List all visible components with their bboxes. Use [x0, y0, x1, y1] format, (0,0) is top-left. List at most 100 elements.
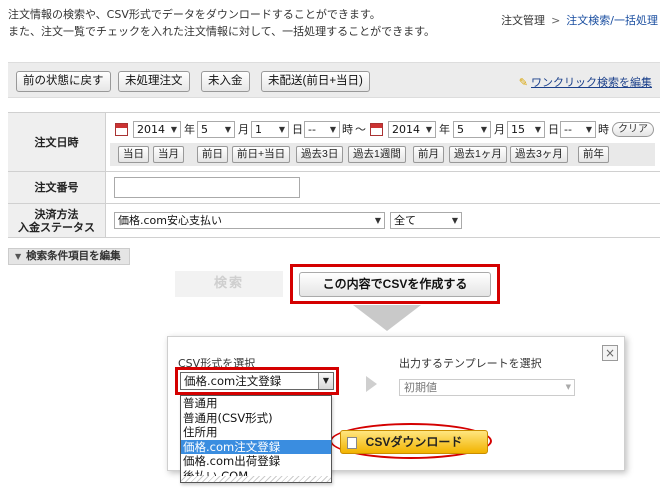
description-line-1: 注文情報の検索や、CSV形式でデータをダウンロードすることができます。	[8, 8, 381, 21]
order-date-content: 2014 ▼ 年 5 ▼ 月 1 ▼ 日 -- ▼ 時 ～ 2014 ▼ 年 5 ▼ 月 1…	[106, 113, 660, 171]
dropdown-option[interactable]: 価格.com出荷登録	[181, 454, 331, 469]
edit-search-conditions-label: 検索条件項目を編集	[26, 250, 121, 262]
to-hour-value: --	[564, 123, 572, 136]
chevron-down-icon: ▼	[278, 125, 285, 134]
from-day-select[interactable]: 1 ▼	[251, 121, 289, 138]
create-csv-button[interactable]: この内容でCSVを作成する	[299, 272, 491, 297]
chevron-down-icon: ▼	[534, 125, 541, 134]
to-day-value: 15	[511, 123, 525, 136]
flow-arrow-down-icon	[353, 305, 421, 331]
from-hour-select[interactable]: -- ▼	[304, 121, 340, 138]
from-day-value: 1	[255, 123, 262, 136]
triangle-down-icon: ▼	[15, 252, 22, 261]
chevron-down-icon: ▼	[224, 125, 231, 134]
arrow-right-icon	[366, 376, 377, 392]
chevron-down-icon: ▼	[374, 216, 381, 225]
quick-this-month-button[interactable]: 当月	[153, 146, 184, 163]
quick-past-3-days-button[interactable]: 過去3日	[296, 146, 344, 163]
unpaid-button[interactable]: 未入金	[201, 71, 250, 92]
csv-download-button[interactable]: CSVダウンロード	[340, 430, 488, 454]
range-separator: ～	[355, 123, 366, 136]
quick-past-3-months-button[interactable]: 過去3ヶ月	[510, 146, 568, 163]
document-icon	[347, 437, 357, 449]
chevron-down-icon: ▼	[329, 125, 336, 134]
payment-status-select[interactable]: 全て ▼	[390, 212, 462, 229]
csv-format-highlight: 価格.com注文登録 ▼	[175, 367, 339, 395]
to-year-value: 2014	[392, 123, 420, 136]
template-value: 初期値	[404, 381, 437, 394]
dropdown-option-highlighted[interactable]: 価格.com注文登録	[181, 439, 331, 454]
quick-yesterday-button[interactable]: 前日	[197, 146, 228, 163]
unprocessed-orders-button[interactable]: 未処理注文	[118, 71, 190, 92]
to-day-select[interactable]: 15 ▼	[507, 121, 545, 138]
chevron-down-icon[interactable]: ▼	[318, 373, 333, 389]
payment-status-label: 入金ステータス	[18, 220, 95, 234]
clear-date-button[interactable]: クリア	[612, 122, 654, 137]
oneclick-search-edit-label: ワンクリック検索を編集	[531, 76, 652, 89]
dropdown-option[interactable]: 普通用	[181, 396, 331, 411]
year-unit: 年	[439, 123, 450, 136]
chevron-down-icon: ▼	[425, 125, 432, 134]
close-icon[interactable]: ×	[602, 345, 618, 361]
payment-method-label: 決済方法	[34, 207, 79, 221]
dropdown-option[interactable]: 普通用(CSV形式)	[181, 411, 331, 426]
breadcrumb-current: 注文検索/一括処理	[566, 14, 658, 27]
csv-format-select[interactable]: 価格.com注文登録 ▼	[180, 372, 334, 390]
quick-today-button[interactable]: 当日	[118, 146, 149, 163]
oneclick-search-edit-link[interactable]: ✎ ワンクリック検索を編集	[519, 74, 652, 90]
quick-filter-toolbar: 前の状態に戻す 未処理注文 未入金 未配送(前日+当日) ✎ ワンクリック検索を編…	[8, 62, 660, 98]
dropdown-option[interactable]: 住所用	[181, 425, 331, 440]
from-year-select[interactable]: 2014 ▼	[133, 121, 181, 138]
quick-last-year-button[interactable]: 前年	[578, 146, 609, 163]
from-year-value: 2014	[137, 123, 165, 136]
csv-format-value: 価格.com注文登録	[184, 374, 282, 388]
search-button[interactable]: 検索	[175, 271, 283, 297]
quick-yesterday-today-button[interactable]: 前日+当日	[232, 146, 291, 163]
from-month-value: 5	[201, 123, 208, 136]
order-number-input[interactable]	[114, 177, 300, 198]
calendar-to-icon[interactable]	[370, 123, 383, 136]
day-unit: 日	[548, 123, 559, 136]
quick-past-1-month-button[interactable]: 過去1ヶ月	[449, 146, 507, 163]
breadcrumb-separator: >	[551, 14, 561, 27]
breadcrumb-parent[interactable]: 注文管理	[501, 14, 545, 27]
torn-edge-decoration	[181, 476, 331, 482]
order-date-label: 注文日時	[8, 113, 106, 171]
month-unit: 月	[494, 123, 505, 136]
order-date-row: 注文日時 2014 ▼ 年 5 ▼ 月 1 ▼ 日 -- ▼ 時 ～ 2014 ▼ 年 5…	[8, 113, 660, 172]
payment-row: 決済方法 入金ステータス 価格.com安心支払い ▼ 全て ▼	[8, 204, 660, 238]
quick-last-month-button[interactable]: 前月	[413, 146, 444, 163]
chevron-down-icon: ▼	[480, 125, 487, 134]
payment-status-value: 全て	[394, 214, 416, 227]
create-csv-highlight: この内容でCSVを作成する	[290, 264, 500, 304]
payment-label: 決済方法 入金ステータス	[8, 204, 106, 237]
payment-content: 価格.com安心支払い ▼ 全て ▼	[106, 204, 660, 237]
to-year-select[interactable]: 2014 ▼	[388, 121, 436, 138]
payment-method-value: 価格.com安心支払い	[118, 214, 222, 227]
csv-download-label: CSVダウンロード	[365, 435, 463, 449]
hour-unit: 時	[598, 123, 609, 136]
day-unit: 日	[292, 123, 303, 136]
edit-search-conditions-button[interactable]: ▼ 検索条件項目を編集	[8, 248, 130, 265]
search-form: 注文日時 2014 ▼ 年 5 ▼ 月 1 ▼ 日 -- ▼ 時 ～ 2014 ▼ 年 5…	[8, 112, 660, 238]
hour-unit: 時	[342, 123, 353, 136]
to-month-value: 5	[457, 123, 464, 136]
pencil-icon: ✎	[518, 76, 528, 89]
month-unit: 月	[238, 123, 249, 136]
to-hour-select[interactable]: -- ▼	[560, 121, 596, 138]
from-month-select[interactable]: 5 ▼	[197, 121, 235, 138]
revert-state-button[interactable]: 前の状態に戻す	[16, 71, 111, 92]
calendar-from-icon[interactable]	[115, 123, 128, 136]
order-number-content	[106, 172, 660, 203]
unshipped-button[interactable]: 未配送(前日+当日)	[261, 71, 370, 92]
page-description: 注文情報の検索や、CSV形式でデータをダウンロードすることができます。 また、注…	[8, 6, 435, 40]
template-select[interactable]: 初期値 ▼	[399, 379, 575, 396]
quick-past-1-week-button[interactable]: 過去1週間	[348, 146, 406, 163]
description-line-2: また、注文一覧でチェックを入れた注文情報に対して、一括処理することができます。	[8, 25, 436, 38]
chevron-down-icon: ▼	[170, 125, 177, 134]
to-month-select[interactable]: 5 ▼	[453, 121, 491, 138]
order-number-row: 注文番号	[8, 172, 660, 204]
template-label: 出力するテンプレートを選択	[399, 357, 542, 370]
year-unit: 年	[184, 123, 195, 136]
payment-method-select[interactable]: 価格.com安心支払い ▼	[114, 212, 385, 229]
